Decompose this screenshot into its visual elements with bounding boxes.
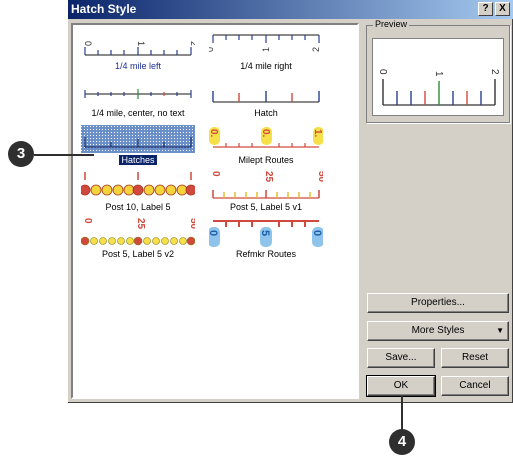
callout-4: 4 [389,429,415,455]
style-item-quarter-mile-right[interactable]: 0 1 2 1/4 mile right [201,27,331,73]
milept-routes-symbol: 0. 0. 1. [209,127,323,148]
tick-label: 50 [188,218,195,230]
style-label: Post 5, Label 5 v2 [101,249,175,259]
style-label: Refmkr Routes [235,249,297,259]
style-item-refmkr-routes[interactable]: 0 5 0 Refmkr Routes [201,215,331,261]
tick-label: 0. [209,129,219,138]
style-list[interactable]: 0 1 2 1/4 mile left 0 1 2 [71,23,359,399]
more-styles-label: More Styles [411,325,465,336]
style-label: Hatches [118,154,158,166]
style-label: Post 10, Label 5 [105,202,171,212]
tick-label: 50 [316,171,323,183]
callout-3: 3 [8,141,34,167]
style-item-hatch[interactable]: Hatch [201,74,331,120]
style-item-post10-label5[interactable]: Post 10, Label 5 [73,168,203,214]
hatches-symbol [81,125,195,153]
post5-label5-v2-symbol: 0 25 50 [81,218,195,246]
tick-label: 1 [433,71,444,77]
hatch-style-dialog: Hatch Style ? X 0 1 2 1/4 mile left [68,0,513,403]
hatch-symbol [212,91,320,103]
tick-label: 0. [260,129,271,138]
title-bar: Hatch Style ? X [68,0,513,19]
tick-label: 0 [83,41,93,46]
tick-label: 0 [209,47,215,52]
tick-label: 0 [377,69,388,75]
preview-symbol: 0 1 2 [377,69,500,106]
preview-box: 0 1 2 [372,38,504,116]
post10-label5-symbol [81,172,195,196]
help-button[interactable]: ? [478,2,493,16]
preview-title: Preview [373,19,410,29]
style-item-post5-label5-v1[interactable]: 0 25 50 Post 5, Label 5 v1 [201,168,331,214]
tick-label: 0 [210,171,221,177]
ok-button[interactable]: OK [366,375,436,397]
style-label: Post 5, Label 5 v1 [229,202,303,212]
tick-label: 1. [312,129,323,138]
preview-group: Preview 0 1 2 [366,19,510,123]
save-button[interactable]: Save... [367,348,435,368]
style-item-post5-label5-v2[interactable]: 0 25 50 Post 5, Label 5 v2 [73,215,203,261]
tick-label: 1 [136,41,146,46]
post5-label5-v1-symbol: 0 25 50 [210,171,323,199]
style-label: 1/4 mile right [240,61,292,71]
style-item-quarter-mile-center[interactable]: 1/4 mile, center, no text [73,74,203,120]
cancel-button[interactable]: Cancel [441,376,509,396]
quarter-mile-right-symbol: 0 1 2 [209,34,321,52]
style-label: Hatch [254,108,278,118]
quarter-mile-center-symbol [84,89,192,99]
callout-3-leader [34,154,94,156]
properties-button[interactable]: Properties... [367,293,509,313]
style-label: Milept Routes [238,155,294,165]
style-item-quarter-mile-left[interactable]: 0 1 2 1/4 mile left [73,27,203,73]
tick-label: 25 [263,171,274,183]
refmkr-routes-symbol: 0 5 0 [209,220,323,247]
quarter-mile-left-symbol: 0 1 2 [83,41,195,56]
tick-label: 5 [259,230,271,236]
more-styles-button[interactable]: More Styles ▼ [367,321,509,341]
style-label: 1/4 mile left [114,61,162,71]
tick-label: 25 [135,218,146,230]
reset-button[interactable]: Reset [441,348,509,368]
tick-label: 0 [82,218,93,224]
close-button[interactable]: X [495,2,510,16]
style-label: 1/4 mile, center, no text [91,108,185,118]
style-item-milept-routes[interactable]: 0. 0. 1. Milept Routes [201,121,331,167]
dropdown-arrow-icon: ▼ [496,326,504,335]
tick-label: 2 [489,69,500,75]
tick-label: 1 [261,47,271,52]
dialog-title: Hatch Style [71,2,137,16]
tick-label: 0 [311,230,323,236]
callout-4-leader [401,396,403,430]
style-item-hatches[interactable]: Hatches [73,121,203,167]
tick-label: 2 [189,41,195,46]
tick-label: 2 [311,47,321,52]
tick-label: 0 [209,230,219,236]
